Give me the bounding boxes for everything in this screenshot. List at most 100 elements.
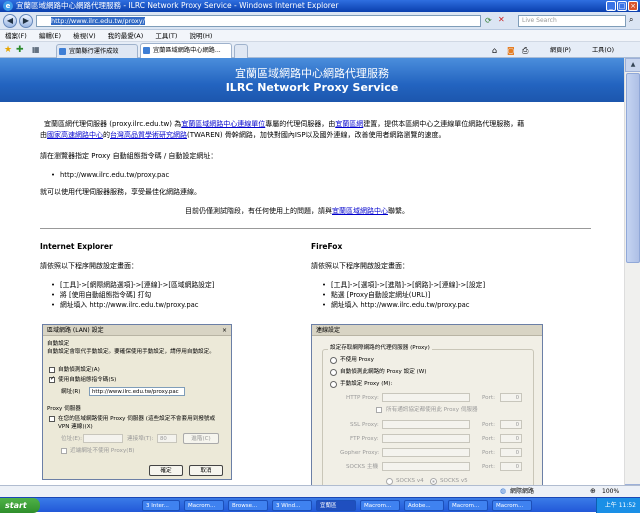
testing-text: 聯繫。 xyxy=(388,207,409,215)
link-ilrc[interactable]: 宜蘭區網 xyxy=(335,120,363,128)
ie-auto-detect-checkbox xyxy=(49,367,55,373)
ff-auto-detect-radio xyxy=(330,369,337,376)
ff-step-1: [工具]->[選項]->[進階]->[網路]->[連線]->[設定] xyxy=(322,280,485,290)
ff-step-3: 網址填入 http://www.ilrc.edu.tw/proxy.pac xyxy=(322,300,470,310)
intro-text: 的 xyxy=(103,131,110,139)
menu-favorites[interactable]: 我的最愛(A) xyxy=(103,30,149,42)
ie-auto-detect-label: 自動偵測設定(A) xyxy=(58,367,100,373)
tools-menu[interactable]: 工具(O) xyxy=(592,45,614,56)
menu-tools[interactable]: 工具(T) xyxy=(150,30,182,42)
address-input[interactable]: http://www.ilrc.edu.tw/proxy/ xyxy=(36,15,481,27)
vertical-scrollbar[interactable]: ▲ ▼ xyxy=(624,58,640,498)
system-tray: 上午 11:52 xyxy=(596,498,640,513)
back-icon[interactable]: ◀ xyxy=(3,14,17,28)
stop-icon[interactable]: ✕ xyxy=(498,15,505,24)
ie-step-2: 將 [使用自動組態指令碼] 打勾 xyxy=(51,290,151,300)
search-icon[interactable]: ⌕ xyxy=(629,15,633,25)
ff-same-all-label: 所有通訊協定都使用此 Proxy 伺服器 xyxy=(386,407,478,413)
add-favorites-icon[interactable]: ✚ xyxy=(16,45,24,55)
start-button[interactable]: start xyxy=(0,498,40,513)
ie-address-field: http://www.ilrc.edu.tw/proxy.pac xyxy=(89,387,185,396)
link-twaren[interactable]: 台灣高品質學術研究網路 xyxy=(110,131,187,139)
ff-http-port-field: 0 xyxy=(500,393,522,402)
ie-lan-settings-dialog: 區域網路 (LAN) 設定 × 自動設定 自動設定會取代手動設定。要確保使用手動… xyxy=(42,324,232,480)
ie-use-script-checkbox xyxy=(49,375,55,383)
minimize-button[interactable]: _ xyxy=(606,1,616,11)
ff-ssl-label: SSL Proxy: xyxy=(350,422,379,428)
ie-auto-group-label: 自動設定 xyxy=(47,341,70,347)
window-title: 宜蘭區域網路中心網路代理服務 - ILRC Network Proxy Serv… xyxy=(16,1,339,10)
taskbar-item-6[interactable]: Macrom... xyxy=(360,500,400,511)
ff-socks-field xyxy=(382,462,470,471)
maximize-button[interactable]: □ xyxy=(617,1,627,11)
ff-ftp-port-field: 0 xyxy=(500,434,522,443)
link-contact-ilrc[interactable]: 宜蘭區域網路中心 xyxy=(332,207,388,215)
ie-step-1: [工具]->[網際網路選項]->[連線]->[區域網路設定] xyxy=(51,280,214,290)
page-menu[interactable]: 網頁(P) xyxy=(550,45,571,56)
section-divider xyxy=(40,228,591,229)
address-url-text: http://www.ilrc.edu.tw/proxy/ xyxy=(51,17,145,25)
ff-http-label: HTTP Proxy: xyxy=(346,395,379,401)
intro-text: 宜蘭區網代理伺服器 (proxy.ilrc.edu.tw) 為 xyxy=(44,120,182,128)
status-bar: ◍ 網際網路 ⊕ 100% xyxy=(0,485,640,497)
taskbar-item-4[interactable]: 3 Wind... xyxy=(272,500,312,511)
ff-no-proxy-label: 不使用 Proxy xyxy=(340,357,374,363)
tab-label: 宜蘭縣行運作成效 xyxy=(69,48,119,55)
favorites-star-icon[interactable]: ★ xyxy=(4,45,12,55)
ff-heading: FireFox xyxy=(311,242,343,251)
menu-help[interactable]: 說明(H) xyxy=(185,30,218,42)
globe-icon: ◍ xyxy=(500,487,507,495)
ie-bypass-checkbox xyxy=(61,448,67,454)
ff-ftp-port-label: Port: xyxy=(482,436,495,442)
scroll-up-icon[interactable]: ▲ xyxy=(625,58,640,72)
status-zone: 網際網路 xyxy=(510,488,535,495)
new-tab-button[interactable] xyxy=(234,44,248,58)
ie-use-script-label: 使用自動組態指令碼(S) xyxy=(58,377,117,383)
quick-tabs-icon[interactable]: ▦ xyxy=(32,45,40,54)
ie-proxy-group-label: Proxy 伺服器 xyxy=(47,406,81,412)
ff-socks-label: SOCKS 主機 xyxy=(346,464,379,470)
taskbar-item-1[interactable]: 3 Inter... xyxy=(142,500,180,511)
refresh-icon[interactable]: ⟳ xyxy=(485,16,492,25)
clock: 上午 11:52 xyxy=(604,502,636,509)
status-zoom[interactable]: 100% xyxy=(602,486,619,497)
taskbar-item-8[interactable]: Macrom... xyxy=(448,500,488,511)
link-ilrc-units[interactable]: 宜蘭區域網路中心連線單位 xyxy=(181,120,265,128)
banner-title-zh: 宜蘭區域網路中心網路代理服務 xyxy=(235,67,389,80)
ff-ftp-field xyxy=(382,434,470,443)
menu-file[interactable]: 檔案(F) xyxy=(0,30,32,42)
ie-logo-icon: e xyxy=(3,1,13,11)
link-nchc[interactable]: 國家高速網路中心 xyxy=(47,131,103,139)
forward-icon[interactable]: ▶ xyxy=(19,14,33,28)
menu-view[interactable]: 檢視(V) xyxy=(68,30,101,42)
ie-instruction: 請依照以下程序開啟設定畫面： xyxy=(40,262,138,270)
tab-label: 宜蘭區域網路中心網路... xyxy=(153,47,221,54)
taskbar-item-3[interactable]: Browse... xyxy=(228,500,268,511)
ff-manual-label: 手動設定 Proxy (M): xyxy=(340,381,393,387)
close-button[interactable]: × xyxy=(628,1,638,11)
taskbar-item-9[interactable]: Macrom... xyxy=(492,500,532,511)
ff-ssl-port-label: Port: xyxy=(482,422,495,428)
tab-2-active[interactable]: 宜蘭區域網路中心網路... xyxy=(140,43,232,58)
feeds-icon[interactable]: ◙ xyxy=(507,45,515,56)
taskbar-item-7[interactable]: Adobe... xyxy=(404,500,444,511)
taskbar-item-2[interactable]: Macrom... xyxy=(184,500,224,511)
ie-bypass-label: 近端網址不使用 Proxy(B) xyxy=(70,448,135,454)
print-icon[interactable]: ⎙ xyxy=(522,45,528,56)
zoom-icon[interactable]: ⊕ xyxy=(590,486,596,497)
intro-text: 建置，提供本區網中心之連線單位網路代理服務，藉 xyxy=(363,120,525,128)
testing-notice: 目前仍僅測試階段，有任何使用上的問題，請與宜蘭區域網路中心聯繫。 xyxy=(185,206,409,217)
ff-auto-detect-label: 自動偵測此網路的 Proxy 設定 (W) xyxy=(340,369,427,375)
tab-1[interactable]: 宜蘭縣行運作成效 xyxy=(56,44,138,58)
menu-edit[interactable]: 編輯(E) xyxy=(34,30,66,42)
testing-text: 目前仍僅測試階段，有任何使用上的問題，請與 xyxy=(185,207,332,215)
ie-proxy-desc: 在您的區域網路使用 Proxy 伺服器 (這些設定不會套用到撥號或 VPN 連線… xyxy=(58,416,216,430)
intro-line-1: 宜蘭區網代理伺服器 (proxy.ilrc.edu.tw) 為宜蘭區域網路中心連… xyxy=(44,119,524,130)
search-input[interactable]: Live Search xyxy=(518,15,626,27)
taskbar-item-5-active[interactable]: 宜蘭區 xyxy=(316,500,356,511)
ff-instruction: 請依照以下程序開啟設定畫面： xyxy=(311,262,409,270)
ie-dialog-title: 區域網路 (LAN) 設定 xyxy=(43,325,231,336)
ff-gopher-field xyxy=(382,448,470,457)
scroll-thumb[interactable] xyxy=(626,73,640,263)
home-icon[interactable]: ⌂ xyxy=(492,45,497,56)
